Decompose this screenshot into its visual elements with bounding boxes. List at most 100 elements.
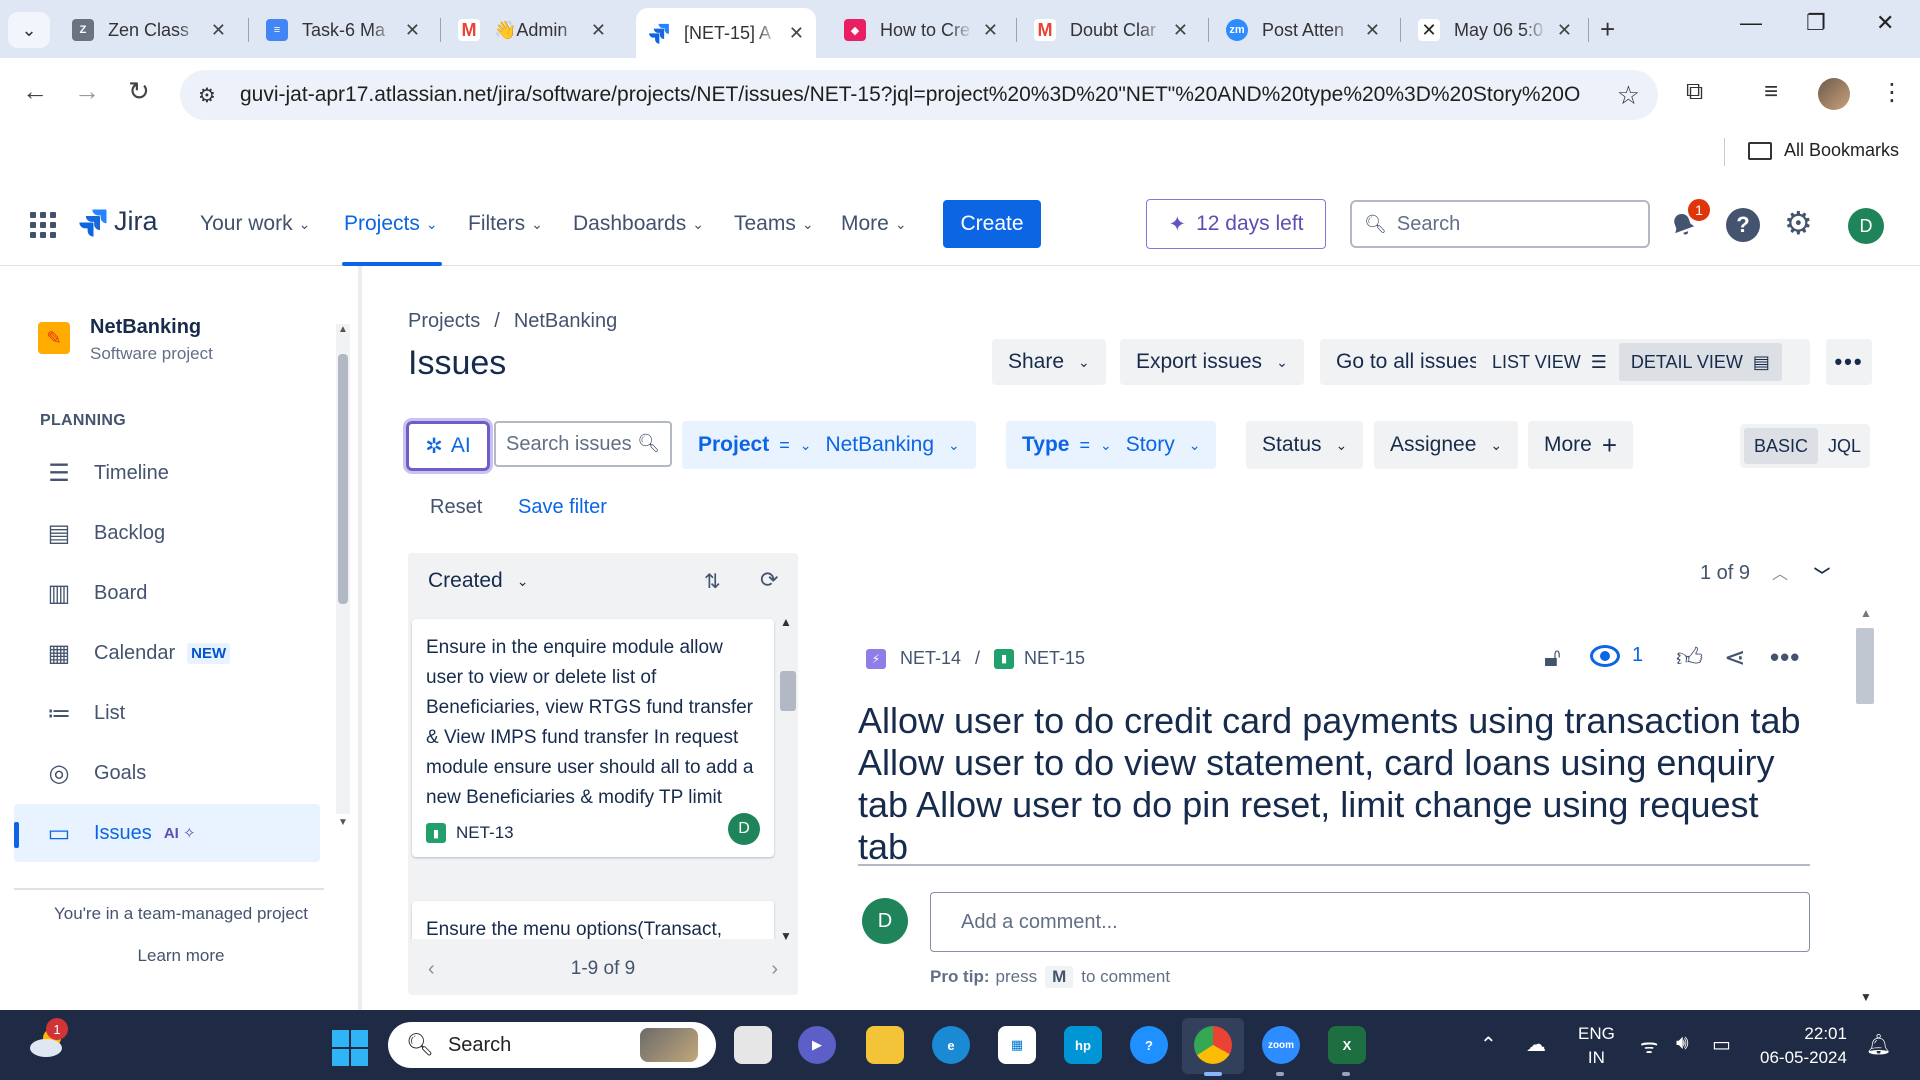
more-actions-icon[interactable]: ••• [1826,339,1872,385]
issue-key-link[interactable]: NET-15 [1024,648,1085,669]
app-switcher-icon[interactable] [30,212,56,238]
bookmark-star-icon[interactable]: ☆ [1617,80,1640,111]
chevron-down-icon[interactable]: ⌄ [517,573,529,590]
nav-filters[interactable]: Filters ⌄ [468,212,543,236]
breadcrumb-netbanking[interactable]: NetBanking [514,310,617,332]
close-icon[interactable]: ✕ [1365,20,1380,41]
profile-avatar[interactable] [1818,78,1850,110]
new-tab-icon[interactable]: + [1600,14,1615,45]
browser-tab[interactable]: ◆ How to Cre ✕ [832,8,1010,52]
sidebar-item-issues[interactable]: ▭ Issues AI ✧ [14,804,320,862]
like-icon[interactable]: 👍︎ [1676,642,1703,673]
trial-days-button[interactable]: ✦ 12 days left [1146,199,1326,249]
scroll-down-icon[interactable]: ▼ [1860,990,1872,1004]
detail-scrollbar[interactable]: ▲ ▼ [1854,606,1876,1004]
search-issues-input[interactable]: Search issues 🔍︎ [494,421,672,467]
extensions-icon[interactable]: ⧉ [1686,78,1703,106]
scroll-thumb[interactable] [1856,628,1874,704]
browser-tab[interactable]: zm Post Atten ✕ [1214,8,1392,52]
issue-card[interactable]: Ensure the menu options(Transact, [412,901,774,939]
issue-card[interactable]: Ensure in the enquire module allow user … [412,619,774,857]
all-bookmarks-button[interactable]: All Bookmarks [1748,140,1899,161]
sidebar-item-goals[interactable]: ◎ Goals [14,744,320,802]
browser-tab-active[interactable]: [NET-15] A ✕ [636,8,816,58]
maximize-icon[interactable]: ❐ [1806,10,1826,36]
list-view-option[interactable]: LIST VIEW ☰ [1480,343,1619,381]
parent-issue-link[interactable]: NET-14 [900,648,961,669]
reset-button[interactable]: Reset [430,496,482,519]
more-icon[interactable]: ••• [1770,642,1800,673]
battery-icon[interactable]: ▭ [1712,1032,1731,1057]
nav-teams[interactable]: Teams ⌄ [734,212,814,236]
close-icon[interactable]: ✕ [211,20,226,41]
sidebar-item-board[interactable]: ▥ Board [14,564,320,622]
close-icon[interactable]: ✕ [405,20,420,41]
basic-mode-option[interactable]: BASIC [1744,428,1819,464]
breadcrumb-projects[interactable]: Projects [408,310,480,332]
edge-icon[interactable]: e [932,1026,970,1064]
previous-page-icon[interactable]: ‹ [428,958,435,981]
detail-view-option[interactable]: DETAIL VIEW ▤ [1618,343,1782,381]
nav-more[interactable]: More ⌄ [841,212,907,236]
jql-mode-option[interactable]: JQL [1818,428,1871,464]
microsoft-store-icon[interactable]: ▦ [998,1026,1036,1064]
chevron-down-icon[interactable]: ⌄ [1100,437,1112,454]
close-icon[interactable]: ✕ [1557,20,1572,41]
chevron-down-icon[interactable]: ⌄ [800,437,812,454]
project-name[interactable]: NetBanking [90,316,201,339]
excel-icon[interactable]: X [1328,1026,1366,1064]
myhp-icon[interactable]: hp [1064,1026,1102,1064]
tab-search-button[interactable]: ⌄ [8,12,50,48]
next-issue-icon[interactable]: ﹀ [1814,562,1830,586]
sort-order-icon[interactable]: ⇅ [704,569,721,594]
help-icon[interactable]: ? [1726,208,1760,242]
browser-tab[interactable]: M Doubt Clar ✕ [1022,8,1200,52]
reload-icon[interactable]: ↻ [128,76,150,107]
sidebar-item-backlog[interactable]: ▤ Backlog [14,504,320,562]
status-filter[interactable]: Status ⌄ [1246,421,1364,469]
user-avatar[interactable]: D [1848,208,1884,244]
scroll-thumb[interactable] [780,671,796,711]
close-icon[interactable]: ✕ [1173,20,1188,41]
previous-issue-icon[interactable]: ︿ [1772,560,1788,584]
scroll-up-icon[interactable]: ▲ [338,324,348,335]
task-view-icon[interactable] [734,1026,772,1064]
sidebar-scrollbar[interactable]: ▲ ▼ [336,324,350,828]
chevron-up-icon[interactable]: ⌃ [1480,1032,1497,1057]
share-button[interactable]: Share ⌄ [992,339,1106,385]
watch-button[interactable]: 1 [1590,644,1643,667]
go-to-all-issues-button[interactable]: Go to all issues [1320,339,1496,385]
lock-icon[interactable]: 🔓︎ [1544,642,1561,674]
browser-tab[interactable]: M 👋Admin ✕ [446,8,618,52]
share-icon[interactable]: ⋖ [1724,642,1746,673]
more-filters-button[interactable]: More + [1528,421,1634,469]
forward-icon[interactable]: → [74,76,100,107]
browser-tab[interactable]: ≡ Task-6 Ma ✕ [254,8,432,52]
sidebar-resize-handle[interactable] [358,266,362,1010]
close-icon[interactable]: ✕ [591,20,606,41]
list-scrollbar[interactable]: ▲ ▼ [772,615,796,943]
sidebar-item-calendar[interactable]: ▦ Calendar NEW [14,624,320,682]
minimize-icon[interactable]: — [1740,10,1762,36]
issue-title[interactable]: Allow user to do credit card payments us… [858,700,1818,868]
global-search-input[interactable]: 🔍︎ Search [1350,200,1650,248]
assignee-filter[interactable]: Assignee ⌄ [1374,421,1519,469]
scroll-up-icon[interactable]: ▲ [780,615,792,629]
scroll-down-icon[interactable]: ▼ [338,817,348,828]
close-icon[interactable]: ✕ [789,23,804,44]
back-icon[interactable]: ← [22,76,48,107]
wifi-icon[interactable]: ᯤ [1640,1032,1658,1059]
notification-bell-icon[interactable]: 🔔︎ [1866,1032,1891,1057]
site-info-icon[interactable]: ⚙ [198,83,216,108]
nav-projects[interactable]: Projects ⌄ [344,212,438,236]
next-page-icon[interactable]: › [771,958,778,981]
save-filter-button[interactable]: Save filter [518,496,607,519]
teams-chat-icon[interactable]: ▶ [798,1026,836,1064]
comment-input[interactable]: Add a comment... [930,892,1810,952]
window-close-icon[interactable]: ✕ [1876,10,1894,36]
system-clock[interactable]: 22:01 06-05-2024 [1760,1022,1847,1070]
nav-your-work[interactable]: Your work ⌄ [200,212,310,236]
file-explorer-icon[interactable] [866,1026,904,1064]
browser-tab[interactable]: Z Zen Class ✕ [60,8,238,52]
zoom-app-icon[interactable]: zoom [1262,1026,1300,1064]
